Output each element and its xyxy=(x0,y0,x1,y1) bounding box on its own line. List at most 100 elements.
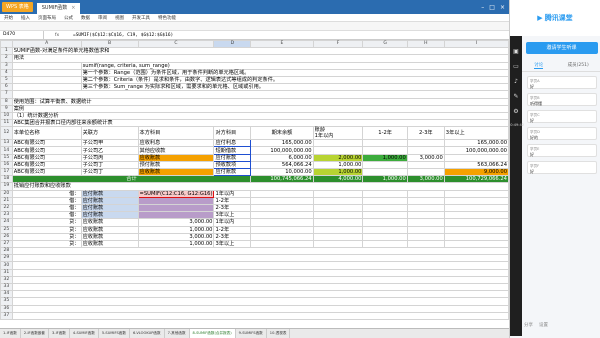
cell[interactable] xyxy=(362,232,408,241)
cell[interactable]: 1,000.00 xyxy=(312,167,364,177)
cell[interactable]: 应付账款 xyxy=(80,196,139,205)
cell[interactable]: 应收利息 xyxy=(137,139,215,148)
cell[interactable]: 子公司乙 xyxy=(80,146,139,155)
cell[interactable] xyxy=(406,189,445,198)
cell[interactable]: 预收款项 xyxy=(213,160,252,170)
cell[interactable] xyxy=(11,83,82,92)
cell[interactable]: ABC有限公司 xyxy=(11,146,82,155)
name-box[interactable]: D470 xyxy=(0,31,44,39)
row-number[interactable]: 17 xyxy=(0,167,13,177)
cell[interactable] xyxy=(443,211,509,220)
cell[interactable]: 应付账款 xyxy=(213,153,252,162)
cell[interactable]: sumif(range, criteria, sum_range) xyxy=(80,61,509,70)
cell[interactable]: 1,000.00 xyxy=(312,160,364,170)
cell[interactable]: 第一个参数：Range（范围）为条件区域，用于条件判断的单元格区域。 xyxy=(80,68,509,77)
close-tab-icon[interactable]: × xyxy=(71,3,75,14)
header-cell[interactable]: 本方科目 xyxy=(137,126,215,141)
cell[interactable] xyxy=(11,275,509,285)
settings-icon[interactable]: ⚙ xyxy=(513,108,518,115)
cell[interactable] xyxy=(362,189,408,198)
sheet-tab[interactable]: 3-IF函数 xyxy=(49,329,70,338)
header-cell[interactable]: 关联方 xyxy=(80,126,139,141)
cell[interactable] xyxy=(443,225,509,234)
column-header[interactable]: C xyxy=(137,40,215,49)
menu-item[interactable]: 数据 xyxy=(81,15,90,21)
cell[interactable]: 1-2年 xyxy=(213,225,252,234)
cell[interactable]: （1）统计数据分析 xyxy=(11,111,509,121)
cell[interactable] xyxy=(250,211,314,220)
row-number[interactable]: 13 xyxy=(0,139,13,148)
row-number[interactable]: 28 xyxy=(0,247,13,256)
cell[interactable]: 100,000,000.00 xyxy=(443,146,509,155)
cell[interactable]: 使用范围：试算平衡表、数据统计 xyxy=(11,97,509,106)
tab-members[interactable]: 成员(251) xyxy=(568,62,589,69)
cell[interactable]: 100,745,066.24 xyxy=(250,175,314,184)
row-number[interactable]: 37 xyxy=(0,311,13,320)
cell[interactable]: 贷： xyxy=(11,218,82,227)
cell[interactable] xyxy=(250,225,314,234)
sheet-tab[interactable]: 7-其他函数 xyxy=(165,329,190,338)
row-number[interactable]: 19 xyxy=(0,182,13,191)
cell[interactable] xyxy=(362,218,408,227)
cell[interactable]: 应付账款 xyxy=(80,203,139,213)
cell[interactable]: 3,000.00 xyxy=(406,175,445,184)
cell[interactable]: 3年以上 xyxy=(213,211,252,220)
row-number[interactable]: 1 xyxy=(0,47,13,56)
row-number[interactable]: 14 xyxy=(0,146,13,155)
menu-item[interactable]: 页面布局 xyxy=(38,15,56,21)
row-number[interactable]: 5 xyxy=(0,75,13,85)
column-header[interactable]: G xyxy=(362,40,408,49)
row-number[interactable]: 22 xyxy=(0,203,13,213)
column-header[interactable]: H xyxy=(406,40,445,49)
sheet-tab[interactable]: 9-SUMIFS函数 xyxy=(236,329,267,338)
header-cell[interactable]: 3年以上 xyxy=(443,126,509,141)
sheet-tab[interactable]: 1-IF函数 xyxy=(0,329,21,338)
column-header[interactable]: A xyxy=(11,40,82,49)
total-label[interactable]: 合计 xyxy=(11,175,252,184)
screen-share-icon[interactable]: ▭ xyxy=(513,63,519,70)
row-number[interactable]: 21 xyxy=(0,196,13,205)
cell[interactable] xyxy=(250,232,314,241)
menu-item[interactable]: 开始 xyxy=(4,15,13,21)
cell[interactable]: 应收账款 xyxy=(80,232,139,241)
cell[interactable] xyxy=(443,153,509,162)
cell[interactable]: 3,000.00 xyxy=(406,153,445,162)
row-number[interactable]: 29 xyxy=(0,254,13,263)
cell[interactable]: 贷： xyxy=(11,239,82,249)
row-number[interactable]: 6 xyxy=(0,83,13,92)
cell[interactable] xyxy=(11,254,509,263)
cell[interactable] xyxy=(406,203,445,213)
cell[interactable]: 应收账款 xyxy=(80,225,139,234)
cell[interactable] xyxy=(406,167,445,177)
cell[interactable]: 1,000.00 xyxy=(137,239,215,249)
cell[interactable] xyxy=(312,146,364,155)
cell[interactable] xyxy=(312,211,364,220)
cell[interactable]: ABC有限公司 xyxy=(11,153,82,162)
cell[interactable]: 子公司丁 xyxy=(80,167,139,177)
cell[interactable]: 3,000.00 xyxy=(137,232,215,241)
header-cell[interactable]: 账龄 1年以内 xyxy=(312,126,364,141)
cell[interactable]: 165,000.00 xyxy=(443,139,509,148)
row-number[interactable]: 2 xyxy=(0,54,13,63)
cell[interactable] xyxy=(406,218,445,227)
sheet-tab[interactable]: 5-SUMIFS函数 xyxy=(99,329,130,338)
cell[interactable]: 预付账款 xyxy=(137,160,215,170)
cell[interactable]: 2-3年 xyxy=(213,232,252,241)
cell[interactable] xyxy=(312,189,364,198)
cell[interactable]: ABC有限公司 xyxy=(11,160,82,170)
cell[interactable] xyxy=(406,139,445,148)
row-number[interactable]: 25 xyxy=(0,225,13,234)
cell[interactable]: 应付账款 xyxy=(213,167,252,177)
invite-students-button[interactable]: 邀请学生听课 xyxy=(525,42,598,54)
cell[interactable] xyxy=(11,61,82,70)
row-number[interactable]: 9 xyxy=(0,104,13,113)
cell[interactable]: 1,000.00 xyxy=(137,225,215,234)
cell[interactable]: 第二个参数：Criteria（条件）是求和条件，由数字、逻辑表达式等组成的判定条… xyxy=(80,75,509,85)
cell[interactable] xyxy=(11,282,509,292)
cell[interactable] xyxy=(137,211,215,220)
sheet-tab[interactable]: 10-透视表 xyxy=(267,329,291,338)
row-number[interactable]: 27 xyxy=(0,239,13,249)
row-number[interactable]: 36 xyxy=(0,304,13,313)
column-header[interactable]: F xyxy=(312,40,364,49)
row-number[interactable]: 10 xyxy=(0,111,13,121)
